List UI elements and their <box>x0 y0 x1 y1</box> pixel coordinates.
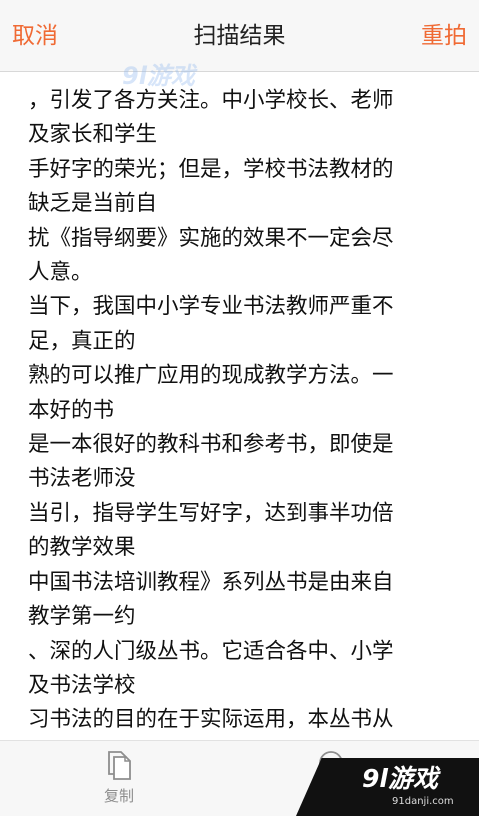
text-line: 中国书法培训教程》系列丛书是由来自 <box>28 569 394 595</box>
corner-logo-mark: 9l游戏 <box>362 764 438 793</box>
copy-button[interactable]: 复制 <box>79 749 159 806</box>
text-line: 人意。 <box>28 260 93 286</box>
text-line: 缺乏是当前自 <box>28 191 158 217</box>
corner-watermark-logo: 9l游戏 91danji.com <box>296 758 479 816</box>
text-line: 习书法的目的在于实际运用，本丛书从 <box>28 707 394 733</box>
text-line: 当引，指导学生写好字，达到事半功倍 <box>28 500 394 526</box>
text-line: 教学第一约 <box>28 604 136 630</box>
retake-button[interactable]: 重拍 <box>421 20 467 52</box>
text-line: 的教学效果 <box>28 535 136 561</box>
text-line: 当下，我国中小学专业书法教师严重不 <box>28 294 394 320</box>
page-title: 扫描结果 <box>193 23 286 49</box>
text-line: 足，真正的 <box>28 328 136 354</box>
text-line: 手好字的荣光；但是，学校书法教材的 <box>28 156 394 182</box>
text-line: 是一本很好的教科书和参考书，即使是 <box>28 432 394 458</box>
text-line: 及家长和学生 <box>28 122 158 148</box>
corner-logo-url: 91danji.com <box>392 796 454 807</box>
scan-result-text: ，引发了各方关注。中小学校长、老师 及家长和学生手好字的荣光；但是，学校书法教材的… <box>28 84 448 740</box>
navigation-bar: 取消 扫描结果 重拍 <box>0 0 479 72</box>
text-line: ，引发了各方关注。中小学校长、老师 <box>28 88 394 113</box>
copy-icon <box>108 751 131 780</box>
copy-label: 复制 <box>103 787 134 805</box>
text-line: 本好的书 <box>28 397 115 423</box>
text-line: 扰《指导纲要》实施的效果不一定会尽 <box>28 225 394 251</box>
text-line: 熟的可以推广应用的现成教学方法。一 <box>28 363 394 389</box>
text-line: 书法老师没 <box>28 466 136 492</box>
text-line: 、深的人门级丛书。它适合各中、小学 <box>28 638 394 664</box>
text-line: 及书法学校 <box>28 672 136 698</box>
